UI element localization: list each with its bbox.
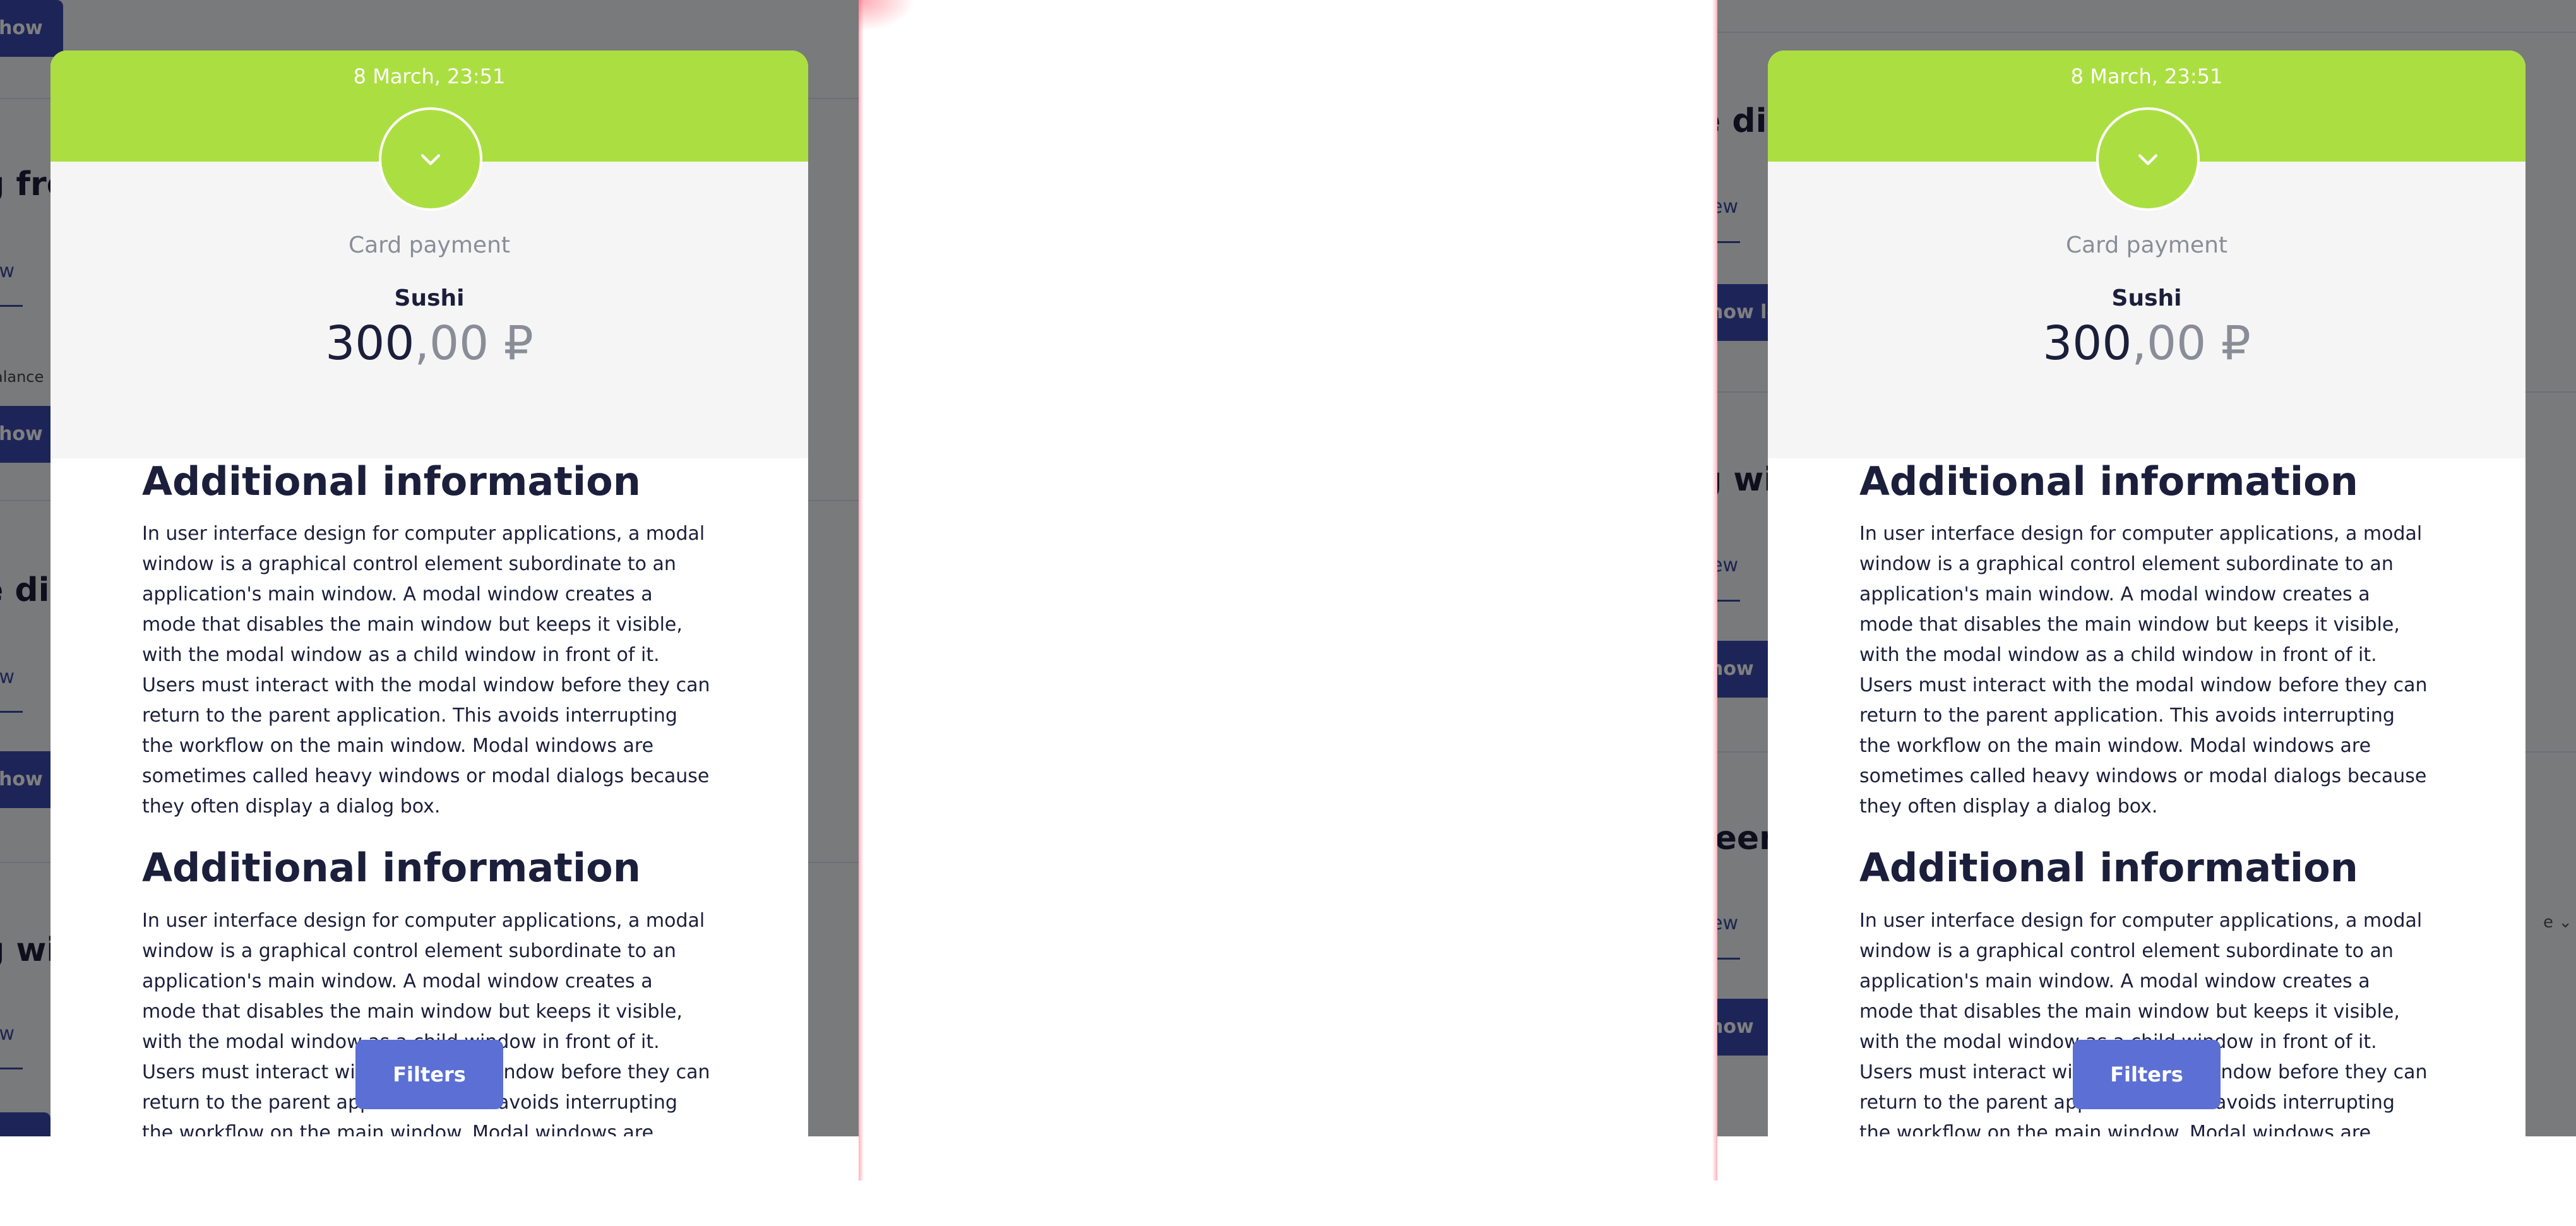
- section-title: Additional information: [1859, 458, 2358, 504]
- collapse-button[interactable]: [379, 107, 482, 211]
- modal-content: Additional information In user interface…: [1859, 458, 2428, 1136]
- chevron-down-icon: [420, 154, 441, 165]
- modal-content: Additional information In user interface…: [142, 458, 710, 1136]
- transaction-modal: 8 March, 23:51 Card payment Sushi 300,00…: [1768, 51, 2525, 1136]
- transaction-date: 8 March, 23:51: [2070, 64, 2223, 88]
- frame-edge-right: [1712, 0, 1717, 1181]
- section-title: Additional information: [142, 458, 641, 504]
- currency-symbol: ₽: [503, 316, 534, 371]
- currency-symbol: ₽: [2221, 316, 2251, 371]
- payment-method: Card payment: [348, 232, 511, 258]
- section-title: Additional information: [142, 845, 641, 891]
- right-panel: e dia ew how lo g wit ew how reen ew e ⌄…: [1717, 0, 2576, 1136]
- section-body: In user interface design for computer ap…: [142, 523, 710, 818]
- payment-method: Card payment: [2065, 232, 2228, 258]
- section-title: Additional information: [1859, 845, 2358, 891]
- filters-button[interactable]: Filters: [355, 1040, 503, 1109]
- transaction-date: 8 March, 23:51: [353, 64, 506, 88]
- frame-corner-glow: [859, 0, 915, 32]
- blank-frame: [859, 0, 1717, 1181]
- merchant-name: Sushi: [2111, 285, 2182, 311]
- frame-edge-left: [859, 0, 864, 1181]
- left-panel: how g fro ew alance how e dia ew how lo …: [0, 0, 859, 1136]
- collapse-button[interactable]: [2096, 107, 2200, 211]
- transaction-amount: 300,00 ₽: [1768, 314, 2525, 373]
- section-body: In user interface design for computer ap…: [1859, 523, 2428, 818]
- amount-integer: 300: [325, 316, 415, 371]
- amount-decimal: ,00: [2132, 316, 2207, 371]
- amount-integer: 300: [2042, 316, 2132, 371]
- merchant-name: Sushi: [394, 285, 465, 311]
- chevron-down-icon: [2138, 154, 2158, 165]
- filters-button[interactable]: Filters: [2073, 1040, 2221, 1109]
- amount-decimal: ,00: [414, 316, 489, 371]
- transaction-modal: 8 March, 23:51 Card payment Sushi 300,00…: [51, 51, 808, 1136]
- transaction-amount: 300,00 ₽: [51, 314, 808, 373]
